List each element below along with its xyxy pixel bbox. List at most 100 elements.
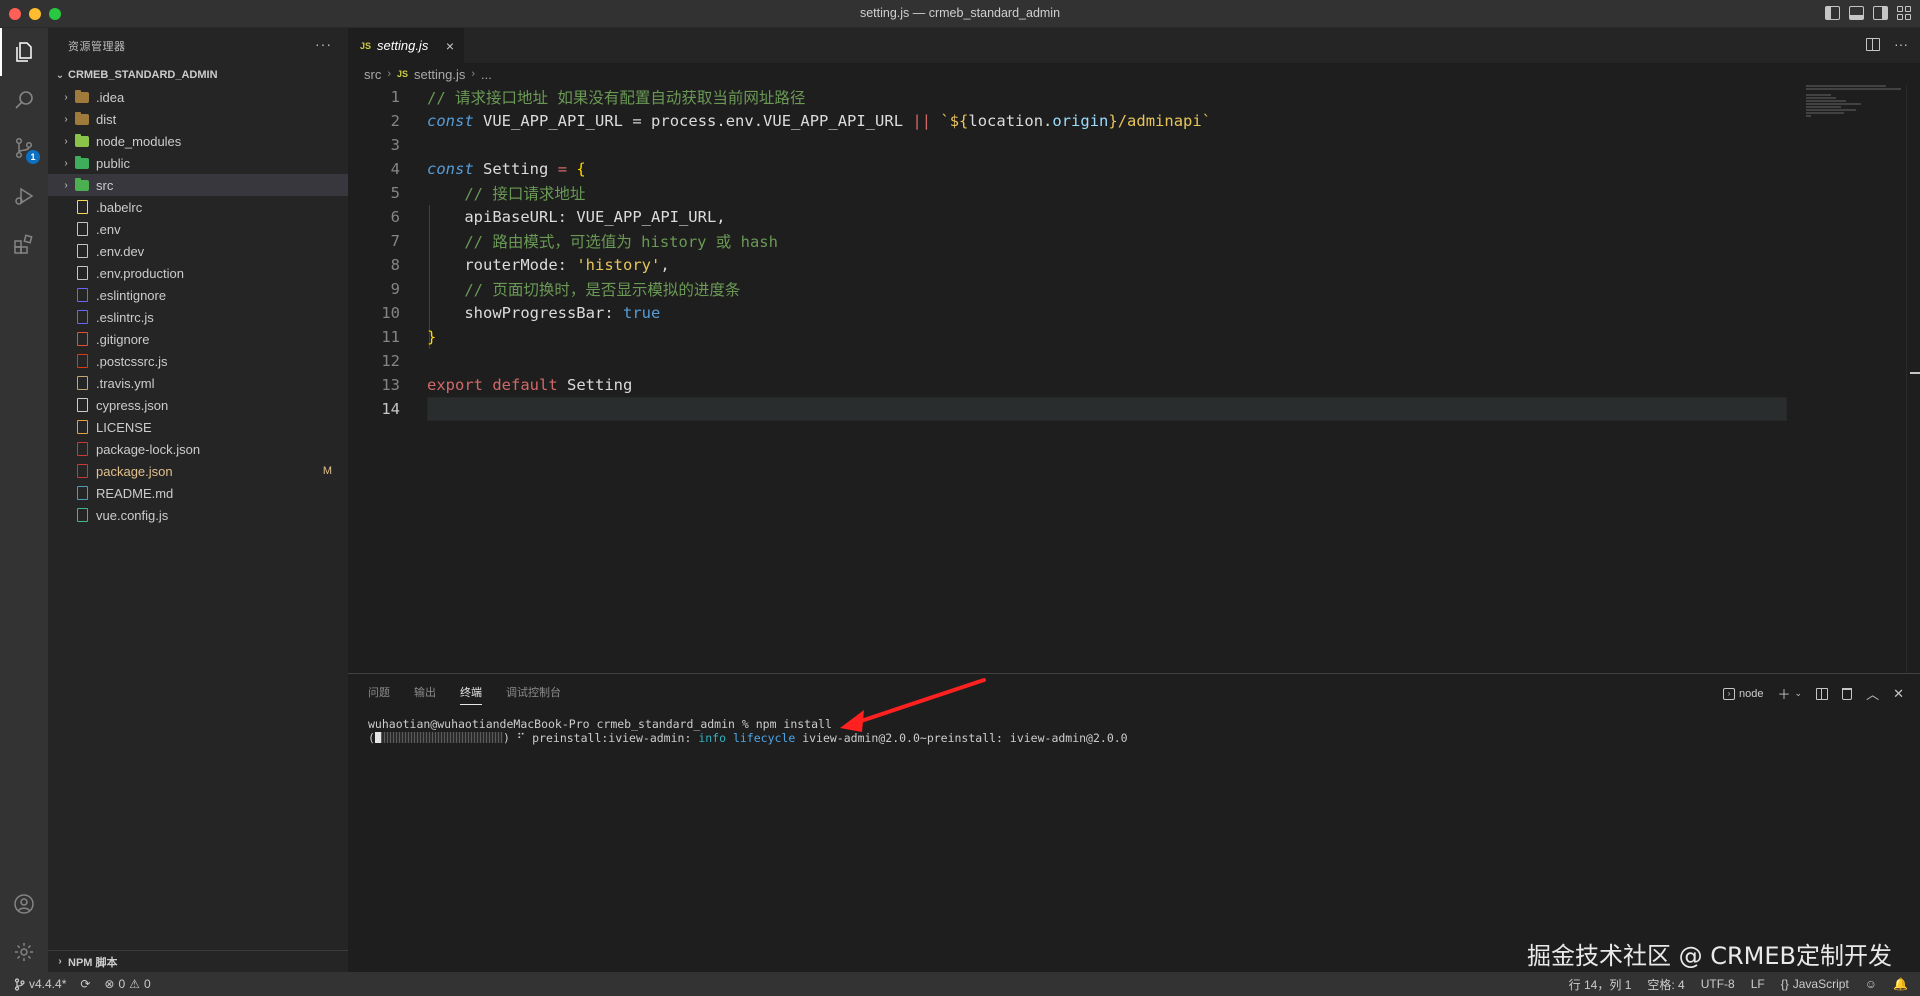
tree-item[interactable]: .env.production bbox=[48, 262, 348, 284]
tree-item[interactable]: › node_modules bbox=[48, 130, 348, 152]
feedback-button[interactable]: ☺ bbox=[1865, 977, 1877, 991]
tree-item[interactable]: › dist bbox=[48, 108, 348, 130]
tree-item[interactable]: › src bbox=[48, 174, 348, 196]
warning-count: 0 bbox=[143, 977, 151, 991]
breadcrumb-file[interactable]: setting.js bbox=[414, 67, 465, 82]
property-key: showProgressBar bbox=[464, 304, 605, 322]
tab-output[interactable]: 输出 bbox=[414, 684, 436, 700]
folder-icon bbox=[74, 177, 90, 193]
notifications-button[interactable]: 🔔 bbox=[1893, 977, 1908, 991]
tree-item[interactable]: .babelrc bbox=[48, 196, 348, 218]
line-number: 4 bbox=[390, 160, 400, 178]
git-branch-icon bbox=[14, 977, 25, 991]
run-debug-icon[interactable] bbox=[0, 172, 48, 220]
title-bar: setting.js — crmeb_standard_admin bbox=[0, 0, 1920, 28]
extensions-icon[interactable] bbox=[0, 220, 48, 268]
tree-item-label: .eslintignore bbox=[96, 287, 167, 303]
encoding[interactable]: UTF-8 bbox=[1701, 977, 1735, 991]
npm-scripts-section[interactable]: › NPM 脚本 bbox=[48, 950, 348, 972]
tree-item[interactable]: package-lock.json bbox=[48, 438, 348, 460]
tree-item[interactable]: .eslintignore bbox=[48, 284, 348, 306]
search-icon[interactable] bbox=[0, 76, 48, 124]
breadcrumb-symbols[interactable]: ... bbox=[481, 67, 492, 82]
tree-item[interactable]: package.json M bbox=[48, 460, 348, 482]
window-title: setting.js — crmeb_standard_admin bbox=[859, 6, 1061, 20]
tree-item[interactable]: .gitignore bbox=[48, 328, 348, 350]
tree-item[interactable]: .env bbox=[48, 218, 348, 240]
tab-setting-js[interactable]: JS setting.js × bbox=[348, 28, 464, 63]
editor-more-button[interactable]: ··· bbox=[1894, 36, 1908, 52]
manage-gear-icon[interactable] bbox=[0, 928, 48, 976]
line-number: 3 bbox=[390, 136, 400, 154]
code-editor[interactable]: 1 // 请求接口地址 如果没有配置自动获取当前网址路径 2 const VUE… bbox=[348, 85, 1848, 421]
editor-scrollbar[interactable] bbox=[1906, 85, 1920, 673]
cursor-position[interactable]: 行 14，列 1 bbox=[1569, 976, 1632, 993]
breadcrumb-folder[interactable]: src bbox=[364, 67, 381, 82]
operator: = bbox=[632, 112, 642, 130]
close-panel-icon[interactable]: ✕ bbox=[1893, 686, 1904, 702]
code-line: 2 const VUE_APP_API_URL = process.env.VU… bbox=[348, 109, 1848, 133]
sync-button[interactable]: ⟳ bbox=[80, 977, 90, 991]
identifier: VUE_APP_API_URL bbox=[483, 112, 623, 130]
identifier: Setting bbox=[483, 160, 549, 178]
maximize-panel-icon[interactable]: ︿ bbox=[1866, 684, 1879, 703]
file-icon bbox=[74, 441, 90, 457]
tree-item[interactable]: vue.config.js bbox=[48, 504, 348, 526]
line-number: 13 bbox=[381, 376, 400, 394]
tree-item-label: vue.config.js bbox=[96, 507, 169, 523]
project-root[interactable]: ⌄ CRMEB_STANDARD_ADMIN bbox=[48, 64, 348, 86]
terminal-output[interactable]: wuhaotian@wuhaotiandeMacBook-Pro crmeb_s… bbox=[348, 709, 1920, 753]
activity-bar: 1 bbox=[0, 28, 48, 972]
file-icon bbox=[74, 507, 90, 523]
language-mode[interactable]: {} JavaScript bbox=[1781, 977, 1849, 991]
line-number: 7 bbox=[390, 232, 400, 250]
branch-status[interactable]: v4.4.4* bbox=[14, 977, 66, 991]
tab-close-icon[interactable]: × bbox=[446, 38, 454, 54]
git-status-badge: M bbox=[322, 465, 332, 477]
tree-item[interactable]: .travis.yml bbox=[48, 372, 348, 394]
new-terminal-icon[interactable]: ＋ bbox=[1778, 684, 1791, 703]
toggle-panel-icon[interactable] bbox=[1849, 6, 1864, 20]
customize-layout-icon[interactable] bbox=[1897, 6, 1912, 20]
terminal-selector[interactable]: › node bbox=[1723, 687, 1764, 700]
tree-item-label: src bbox=[96, 177, 114, 193]
source-control-icon[interactable]: 1 bbox=[0, 124, 48, 172]
operator: || bbox=[912, 112, 932, 130]
minimap[interactable] bbox=[1806, 85, 1906, 125]
tree-item[interactable]: › .idea bbox=[48, 86, 348, 108]
tree-item-label: .env.production bbox=[96, 265, 184, 281]
accounts-icon[interactable] bbox=[0, 880, 48, 928]
chevron-right-icon: › bbox=[64, 91, 68, 103]
braces-icon: {} bbox=[1780, 977, 1789, 991]
tab-debug-console[interactable]: 调试控制台 bbox=[506, 684, 561, 700]
split-terminal-icon[interactable] bbox=[1816, 687, 1829, 700]
toggle-primary-sidebar-icon[interactable] bbox=[1825, 6, 1840, 20]
line-number: 8 bbox=[390, 256, 400, 274]
explorer-icon[interactable] bbox=[0, 28, 48, 76]
tree-item[interactable]: .eslintrc.js bbox=[48, 306, 348, 328]
tree-item[interactable]: › public bbox=[48, 152, 348, 174]
tree-item-label: .idea bbox=[96, 89, 125, 105]
tree-item[interactable]: .env.dev bbox=[48, 240, 348, 262]
tree-item[interactable]: cypress.json bbox=[48, 394, 348, 416]
indentation[interactable]: 空格: 4 bbox=[1647, 976, 1684, 993]
split-editor-icon[interactable] bbox=[1866, 37, 1880, 51]
tree-item[interactable]: LICENSE bbox=[48, 416, 348, 438]
tree-item[interactable]: .postcssrc.js bbox=[48, 350, 348, 372]
problems-status[interactable]: ⊗ 0 ⚠ 0 bbox=[104, 977, 150, 991]
sidebar-more-button[interactable]: ··· bbox=[315, 36, 332, 52]
code-comment: // 路由模式，可选值为 history 或 hash bbox=[464, 233, 778, 251]
kill-terminal-icon[interactable] bbox=[1842, 687, 1853, 700]
terminal-prompt-line: wuhaotian@wuhaotiandeMacBook-Pro crmeb_s… bbox=[368, 717, 832, 731]
chevron-down-icon[interactable]: ⌄ bbox=[1795, 688, 1803, 699]
chevron-down-icon: ⌄ bbox=[55, 69, 65, 81]
chevron-right-icon: › bbox=[58, 956, 62, 967]
tree-item[interactable]: README.md bbox=[48, 482, 348, 504]
tab-problems[interactable]: 问题 bbox=[368, 684, 390, 700]
toggle-secondary-sidebar-icon[interactable] bbox=[1873, 6, 1888, 20]
keyword: const bbox=[427, 112, 474, 130]
code-line: 5 // 接口请求地址 bbox=[348, 181, 1848, 205]
tab-terminal[interactable]: 终端 bbox=[460, 684, 482, 705]
code-comment: // 页面切换时，是否显示模拟的进度条 bbox=[464, 281, 741, 299]
end-of-line[interactable]: LF bbox=[1751, 977, 1765, 991]
